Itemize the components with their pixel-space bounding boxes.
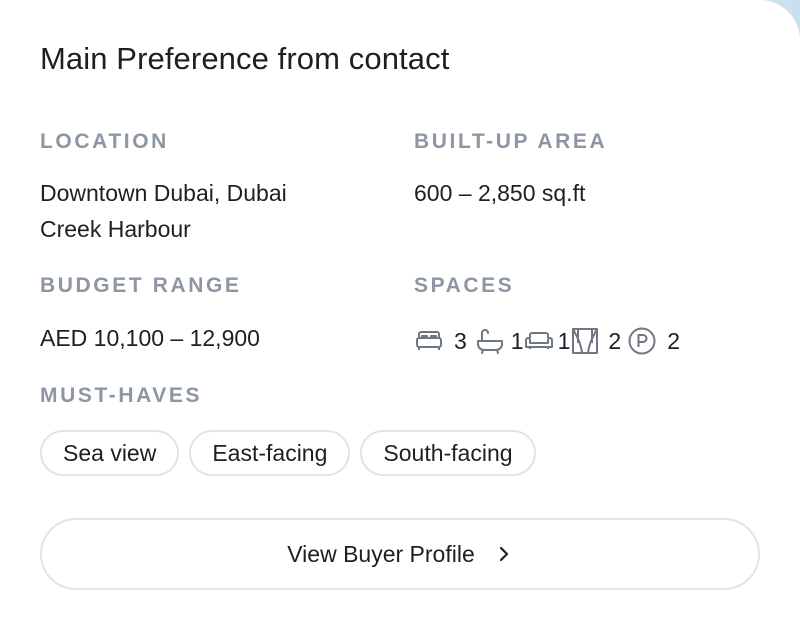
must-haves-tags: Sea view East-facing South-facing (40, 430, 536, 476)
chevron-right-icon (495, 545, 513, 563)
card-title: Main Preference from contact (40, 41, 450, 76)
bathrooms-count: 1 (510, 327, 524, 354)
tag-south-facing[interactable]: South-facing (360, 430, 536, 476)
built-up-area-label: BUILT-UP AREA (414, 130, 608, 153)
tag-sea-view[interactable]: Sea view (40, 430, 180, 476)
parking-count: 2 (667, 327, 680, 354)
must-haves-label: MUST-HAVES (40, 384, 203, 407)
spaces-label: SPACES (414, 274, 515, 297)
sofa-icon (524, 326, 554, 356)
living-rooms-count: 1 (557, 327, 571, 354)
view-buyer-profile-button[interactable]: View Buyer Profile (40, 518, 760, 590)
location-label: LOCATION (40, 130, 169, 153)
view-buyer-profile-label: View Buyer Profile (287, 540, 475, 567)
budget-range-value: AED 10,100 – 12,900 (40, 325, 260, 351)
bathtub-icon (475, 326, 505, 356)
spaces-row: 3 1 1 2 2 (414, 324, 680, 358)
windows-count: 2 (608, 327, 622, 354)
parking-icon (627, 326, 657, 356)
preference-card: Main Preference from contact LOCATION Do… (0, 0, 800, 640)
curtains-icon (570, 326, 600, 356)
location-line-2: Creek Harbour (40, 216, 191, 242)
budget-range-label: BUDGET RANGE (40, 274, 242, 297)
bedrooms-count: 3 (454, 327, 467, 354)
bed-icon (414, 326, 444, 356)
location-line-1: Downtown Dubai, Dubai (40, 180, 287, 206)
built-up-area-value: 600 – 2,850 sq.ft (414, 180, 586, 206)
tag-east-facing[interactable]: East-facing (189, 430, 351, 476)
location-value: Downtown Dubai, Dubai Creek Harbour (40, 175, 287, 247)
